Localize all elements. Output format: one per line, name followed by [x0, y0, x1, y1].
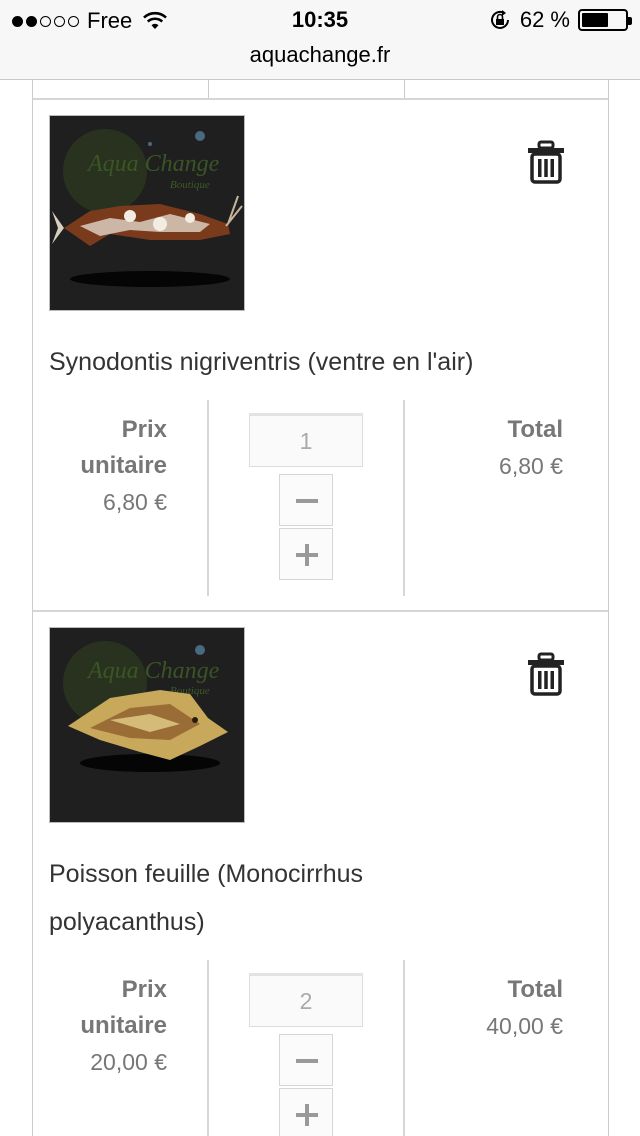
unit-price-label: Prix unitaire — [80, 416, 167, 479]
battery-level — [582, 13, 609, 27]
product-name[interactable]: Synodontis nigriventris (ventre en l'air… — [49, 338, 569, 386]
item-details: Prix unitaire 6,80 € 1 Total 6,80 € — [33, 400, 608, 596]
product-image[interactable]: Aqua Change Boutique — [49, 115, 245, 311]
minus-icon — [296, 1059, 318, 1063]
unit-price-column: Prix unitaire 20,00 € — [49, 972, 167, 1080]
item-details: Prix unitaire 20,00 € 2 Total 40,00 € — [33, 960, 608, 1136]
svg-text:Aqua Change: Aqua Change — [86, 658, 220, 684]
cart-table: Aqua Change Boutique Synodontis nigriven… — [32, 80, 609, 1136]
increase-quantity-button[interactable] — [279, 1088, 333, 1136]
status-bar: Free 10:35 62 % — [0, 0, 640, 40]
url-text[interactable]: aquachange.fr — [250, 42, 391, 67]
total-column: Total 6,80 € — [413, 412, 563, 484]
decrease-quantity-button[interactable] — [279, 1034, 333, 1086]
increase-quantity-button[interactable] — [279, 528, 333, 580]
unit-price-value: 6,80 € — [103, 489, 167, 515]
address-bar[interactable]: aquachange.fr — [0, 40, 640, 80]
trash-icon[interactable] — [526, 140, 566, 184]
total-value: 6,80 € — [499, 453, 563, 479]
unit-price-column: Prix unitaire 6,80 € — [49, 412, 167, 520]
minus-icon — [296, 499, 318, 503]
quantity-input[interactable]: 1 — [249, 413, 363, 467]
total-label: Total — [507, 416, 563, 443]
unit-price-label: Prix unitaire — [80, 976, 167, 1039]
previous-item-bottom — [33, 80, 608, 100]
decrease-quantity-button[interactable] — [279, 474, 333, 526]
cart-item: Aqua Change Boutique Poisson feuille (Mo… — [33, 612, 608, 1136]
total-column: Total 40,00 € — [413, 972, 563, 1044]
unit-price-value: 20,00 € — [90, 1049, 167, 1075]
svg-text:Aqua Change: Aqua Change — [86, 151, 220, 177]
product-name[interactable]: Poisson feuille (Monocirrhus polyacanthu… — [49, 850, 469, 946]
quantity-input[interactable]: 2 — [249, 973, 363, 1027]
rotation-lock-icon — [490, 10, 509, 29]
svg-text:Boutique: Boutique — [170, 179, 210, 191]
product-image[interactable]: Aqua Change Boutique — [49, 627, 245, 823]
cart-item: Aqua Change Boutique Synodontis nigriven… — [33, 100, 608, 612]
battery-icon — [578, 9, 632, 31]
total-value: 40,00 € — [486, 1013, 563, 1039]
total-label: Total — [507, 976, 563, 1003]
trash-icon[interactable] — [526, 652, 566, 696]
battery-percentage: 62 % — [519, 7, 570, 32]
status-right: 62 % — [488, 7, 632, 33]
